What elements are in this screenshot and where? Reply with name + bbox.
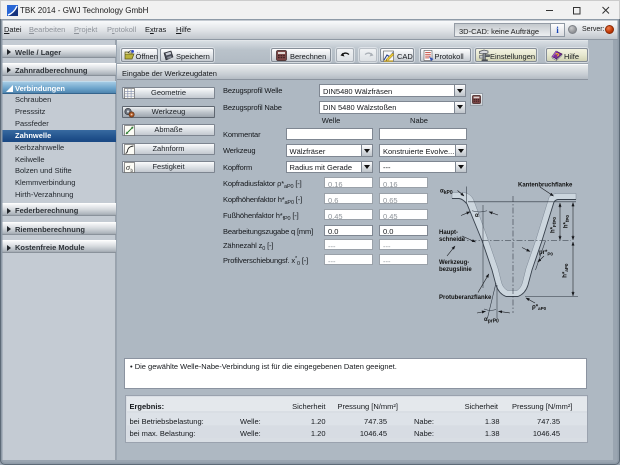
svg-text:Haupt-: Haupt- [439, 230, 458, 236]
svg-text:pr*P0: pr*P0 [539, 250, 553, 257]
svg-text:Werkzeug-: Werkzeug- [439, 260, 469, 266]
svg-text:h*aP0: h*aP0 [563, 263, 570, 278]
svg-text:bezugslinie: bezugslinie [439, 267, 472, 273]
svg-text:Kantenbruchflanke: Kantenbruchflanke [518, 183, 573, 189]
svg-text:α: α [475, 213, 479, 219]
svg-text:h*fP0: h*fP0 [564, 215, 571, 229]
svg-text:αprP0: αprP0 [484, 317, 499, 325]
svg-text:Protuberanzflanke: Protuberanzflanke [439, 295, 492, 301]
svg-text:ρ*aP0: ρ*aP0 [532, 305, 547, 312]
svg-text:h*FfP0: h*FfP0 [551, 217, 558, 233]
svg-text:αkP0: αkP0 [440, 189, 453, 197]
svg-text:schneide: schneide [439, 237, 466, 243]
